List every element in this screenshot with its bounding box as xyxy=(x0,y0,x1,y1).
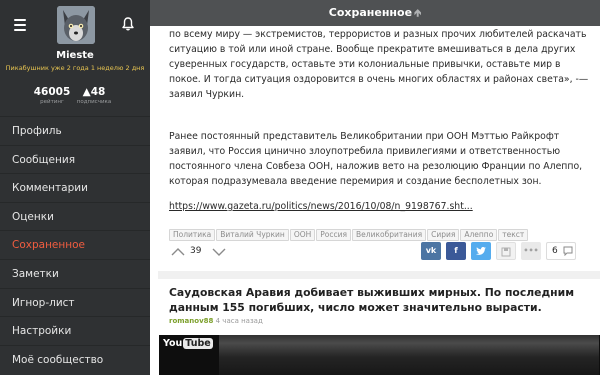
post-time: 4 часа назад xyxy=(215,317,263,325)
sidebar-item-settings[interactable]: Настройки xyxy=(0,316,150,345)
rating-value: 46005 xyxy=(33,86,71,98)
tag[interactable]: текст xyxy=(498,229,529,241)
sidebar-item-messages[interactable]: Сообщения xyxy=(0,144,150,174)
post-text-paragraph-2: Ранее постоянный представитель Великобри… xyxy=(169,131,583,187)
tag[interactable]: Сирия xyxy=(427,229,460,241)
sidebar-item-ratings[interactable]: Оценки xyxy=(0,201,150,231)
tag[interactable]: ООН xyxy=(289,229,316,241)
chevron-up-icon xyxy=(171,248,185,256)
username[interactable]: Mieste xyxy=(0,50,150,61)
floppy-disk-icon xyxy=(501,247,511,257)
sidebar-item-saved[interactable]: Сохраненное xyxy=(0,230,150,259)
page-header: Сохраненное 🡹 xyxy=(150,0,600,26)
share-twitter-button[interactable] xyxy=(471,242,491,260)
ellipsis-icon: ••• xyxy=(523,246,539,255)
vote-up-button[interactable] xyxy=(169,243,187,261)
sidebar-item-my-community[interactable]: Моё сообщество xyxy=(0,344,150,374)
person-icon: ▲ xyxy=(82,86,91,98)
post-divider xyxy=(158,271,600,279)
video-embed[interactable]: You Tube xyxy=(159,335,600,375)
vote-down-button[interactable] xyxy=(210,243,228,261)
tag[interactable]: Великобритания xyxy=(352,229,427,241)
subscribers-stat[interactable]: ▲48 подписчика xyxy=(72,86,116,105)
sidebar-item-ignore-list[interactable]: Игнор-лист xyxy=(0,287,150,317)
sidebar-nav: Профиль Сообщения Комментарии Оценки Сох… xyxy=(0,116,150,373)
post-text-paragraph-1: по всему миру — экстремистов, террористо… xyxy=(169,29,589,100)
user-tenure: Пикабушник уже 2 года 1 неделю 2 дня xyxy=(5,64,145,72)
vote-count: 39 xyxy=(190,246,202,256)
post-meta: romanov88 4 часа назад xyxy=(169,317,263,325)
more-options-button[interactable]: ••• xyxy=(521,242,541,260)
scroll-up-arrow-icon[interactable]: 🡹 xyxy=(414,1,421,27)
tag[interactable]: Виталий Чуркин xyxy=(216,229,289,241)
avatar[interactable] xyxy=(57,6,95,44)
page-title: Сохраненное xyxy=(328,6,413,19)
hamburger-menu-icon[interactable] xyxy=(14,19,26,31)
speech-bubble-icon xyxy=(563,246,573,256)
tag[interactable]: Политика xyxy=(169,229,216,241)
post-author[interactable]: romanov88 xyxy=(169,317,213,325)
subscribers-label: подписчика xyxy=(76,99,112,105)
notification-bell-icon[interactable] xyxy=(120,16,136,32)
sidebar-item-profile[interactable]: Профиль xyxy=(0,116,150,145)
sidebar: Mieste Пикабушник уже 2 года 1 неделю 2 … xyxy=(0,0,150,375)
sidebar-item-notes[interactable]: Заметки xyxy=(0,258,150,288)
post-title[interactable]: Саудовская Аравия добивает выживших мирн… xyxy=(169,285,589,315)
rating-stat: 46005 рейтинг xyxy=(32,86,72,105)
main-content: по всему миру — экстремистов, террористо… xyxy=(150,26,600,375)
share-vk-button[interactable]: vk xyxy=(421,242,441,260)
youtube-logo-icon: You Tube xyxy=(163,338,213,349)
subscribers-value: ▲48 xyxy=(82,86,106,98)
share-facebook-button[interactable]: f xyxy=(446,242,466,260)
video-thumbnail xyxy=(219,335,599,375)
chevron-down-icon xyxy=(212,248,226,256)
twitter-bird-icon xyxy=(476,246,486,255)
comment-count: 6 xyxy=(552,246,558,256)
save-post-button[interactable] xyxy=(496,242,516,260)
tag[interactable]: Россия xyxy=(316,229,352,241)
tag[interactable]: Алеппо xyxy=(460,229,498,241)
post-source-link[interactable]: https://www.gazeta.ru/politics/news/2016… xyxy=(169,201,473,212)
comments-button[interactable]: 6 xyxy=(546,242,576,260)
sidebar-item-comments[interactable]: Комментарии xyxy=(0,173,150,202)
rating-label: рейтинг xyxy=(40,99,64,105)
facebook-icon: f xyxy=(454,246,458,255)
post-tags: Политика Виталий Чуркин ООН Россия Великобри… xyxy=(169,222,529,241)
vk-icon: vk xyxy=(425,246,437,255)
